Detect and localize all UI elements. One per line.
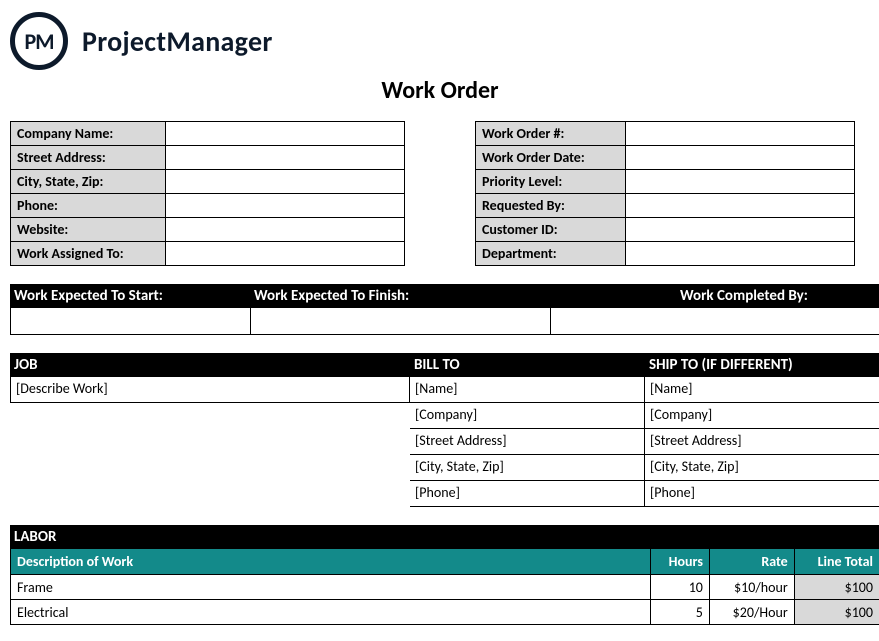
job-header: JOB BILL TO SHIP TO (IF DIFFERENT) xyxy=(10,353,879,377)
dates-finish-header: Work Expected To Finish: xyxy=(250,284,550,308)
logo-icon: PM xyxy=(10,12,68,70)
dates-finish-value[interactable] xyxy=(251,308,551,334)
company-info-table: Company Name: Street Address: City, Stat… xyxy=(10,121,405,266)
requested-by-value[interactable] xyxy=(626,194,855,218)
labor-rate[interactable]: $10/hour xyxy=(709,575,794,600)
bill-to-company[interactable]: [Company] xyxy=(410,403,645,429)
dates-start-header: Work Expected To Start: xyxy=(10,284,250,308)
job-col-header: JOB xyxy=(10,353,410,377)
labor-hours[interactable]: 5 xyxy=(651,600,710,625)
labor-row: Frame 10 $10/hour $100 xyxy=(11,575,879,600)
dates-completed-value[interactable] xyxy=(551,308,879,334)
requested-by-label: Requested By: xyxy=(476,194,626,218)
customer-id-value[interactable] xyxy=(626,218,855,242)
brand-name: ProjectManager xyxy=(82,24,273,59)
labor-section-header: LABOR xyxy=(10,525,879,549)
labor-line-total: $100 xyxy=(794,575,879,600)
phone-value[interactable] xyxy=(166,194,405,218)
phone-label: Phone: xyxy=(11,194,166,218)
street-address-label: Street Address: xyxy=(11,146,166,170)
ship-to-company[interactable]: [Company] xyxy=(645,403,879,429)
ship-to-name[interactable]: [Name] xyxy=(645,377,879,403)
ship-to-street[interactable]: [Street Address] xyxy=(645,429,879,455)
city-state-zip-value[interactable] xyxy=(166,170,405,194)
labor-col-rate: Rate xyxy=(709,549,794,575)
labor-desc[interactable]: Frame xyxy=(11,575,651,600)
website-value[interactable] xyxy=(166,218,405,242)
labor-col-hours: Hours xyxy=(651,549,710,575)
dates-header: Work Expected To Start: Work Expected To… xyxy=(10,284,879,308)
page-title: Work Order xyxy=(10,76,870,105)
priority-level-label: Priority Level: xyxy=(476,170,626,194)
order-info-table: Work Order #: Work Order Date: Priority … xyxy=(475,121,855,266)
job-body: [Describe Work] [Name] [Company] [Street… xyxy=(10,377,879,507)
labor-table: Description of Work Hours Rate Line Tota… xyxy=(10,549,879,625)
work-order-num-value[interactable] xyxy=(626,122,855,146)
dates-completed-header: Work Completed By: xyxy=(550,284,879,308)
labor-hours[interactable]: 10 xyxy=(651,575,710,600)
assigned-to-value[interactable] xyxy=(166,242,405,266)
dates-inputs xyxy=(10,308,879,335)
labor-row: Electrical 5 $20/Hour $100 xyxy=(11,600,879,625)
work-order-date-value[interactable] xyxy=(626,146,855,170)
website-label: Website: xyxy=(11,218,166,242)
assigned-to-label: Work Assigned To: xyxy=(11,242,166,266)
bill-to-phone[interactable]: [Phone] xyxy=(410,481,645,507)
work-order-date-label: Work Order Date: xyxy=(476,146,626,170)
department-value[interactable] xyxy=(626,242,855,266)
ship-to-city[interactable]: [City, State, Zip] xyxy=(645,455,879,481)
ship-to-phone[interactable]: [Phone] xyxy=(645,481,879,507)
labor-rate[interactable]: $20/Hour xyxy=(709,600,794,625)
priority-level-value[interactable] xyxy=(626,170,855,194)
work-order-num-label: Work Order #: xyxy=(476,122,626,146)
labor-line-total: $100 xyxy=(794,600,879,625)
labor-col-total: Line Total xyxy=(794,549,879,575)
bill-to-name[interactable]: [Name] xyxy=(410,377,645,403)
company-name-value[interactable] xyxy=(166,122,405,146)
labor-col-desc: Description of Work xyxy=(11,549,651,575)
info-block: Company Name: Street Address: City, Stat… xyxy=(10,121,869,266)
labor-desc[interactable]: Electrical xyxy=(11,600,651,625)
city-state-zip-label: City, State, Zip: xyxy=(11,170,166,194)
ship-to-col-header: SHIP TO (IF DIFFERENT) xyxy=(645,353,879,377)
bill-to-col-header: BILL TO xyxy=(410,353,645,377)
bill-to-street[interactable]: [Street Address] xyxy=(410,429,645,455)
header: PM ProjectManager xyxy=(10,12,869,70)
dates-start-value[interactable] xyxy=(11,308,251,334)
street-address-value[interactable] xyxy=(166,146,405,170)
customer-id-label: Customer ID: xyxy=(476,218,626,242)
department-label: Department: xyxy=(476,242,626,266)
bill-to-city[interactable]: [City, State, Zip] xyxy=(410,455,645,481)
company-name-label: Company Name: xyxy=(11,122,166,146)
job-description[interactable]: [Describe Work] xyxy=(10,377,410,403)
